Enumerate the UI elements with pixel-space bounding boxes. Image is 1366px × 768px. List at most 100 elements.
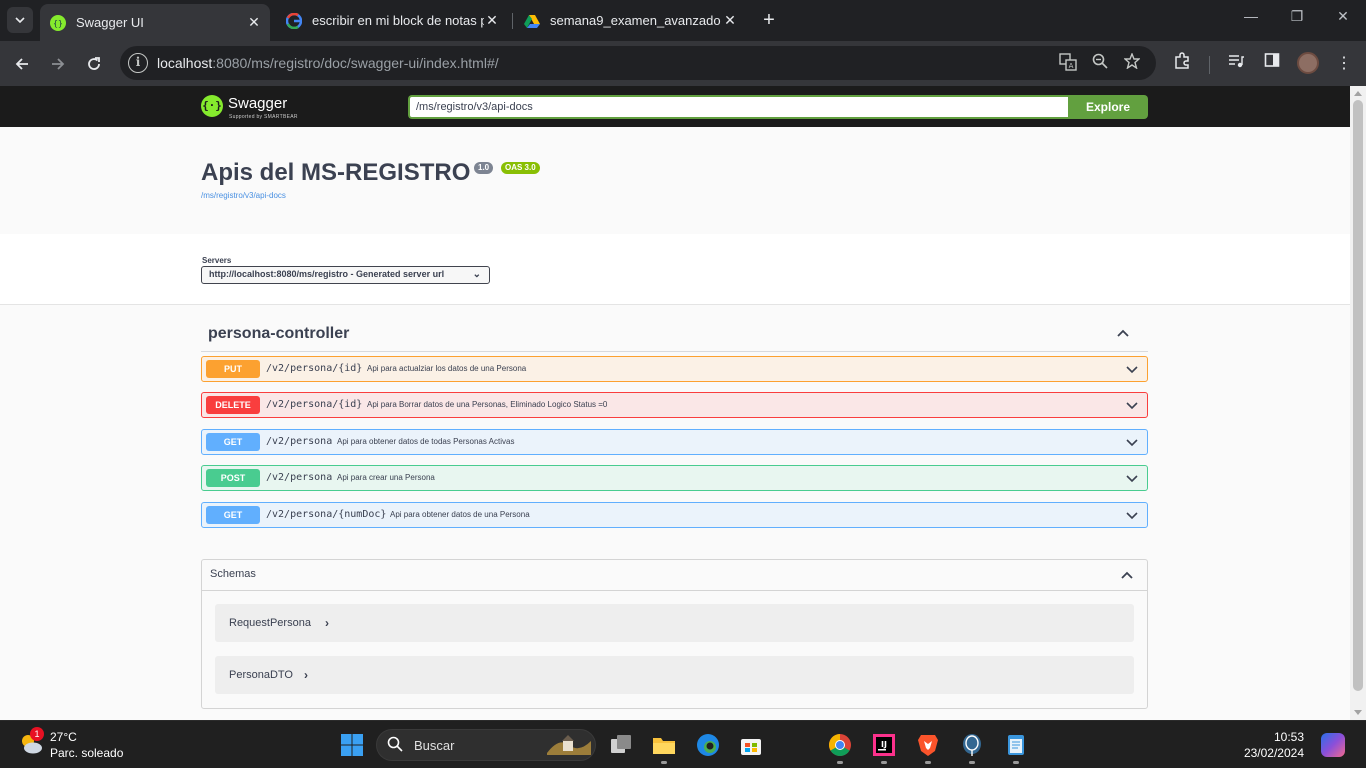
schema-persona-dto[interactable]: PersonaDTO ›: [215, 656, 1134, 694]
microsoft-store-icon[interactable]: [738, 732, 764, 758]
operation-path: /v2/persona: [266, 472, 333, 483]
tab-separator: [512, 13, 513, 29]
clock-time[interactable]: 10:53: [1262, 730, 1304, 744]
servers-label: Servers: [202, 256, 232, 265]
version-badge: 1.0: [474, 162, 494, 174]
tab-swagger-ui[interactable]: {} Swagger UI ✕: [40, 4, 270, 41]
reload-icon: [88, 57, 100, 70]
brave-browser-icon[interactable]: [915, 732, 941, 758]
swagger-logo-icon[interactable]: {·}: [201, 95, 223, 117]
operation-put-persona-id[interactable]: PUT /v2/persona/{id} Api para actualziar…: [201, 356, 1148, 382]
windows-start-icon[interactable]: [340, 733, 364, 757]
svg-text:{}: {}: [53, 19, 63, 28]
operation-get-personas[interactable]: GET /v2/persona Api para obtener datos d…: [201, 429, 1148, 455]
taskbar-search[interactable]: Buscar: [376, 729, 596, 761]
swagger-brand[interactable]: Swagger: [228, 95, 287, 112]
collapse-controller-icon[interactable]: [1114, 324, 1132, 342]
schema-name: PersonaDTO: [229, 669, 293, 681]
chrome-icon[interactable]: [827, 732, 853, 758]
clock-date[interactable]: 23/02/2024: [1232, 746, 1304, 760]
restore-button[interactable]: ❐: [1282, 8, 1312, 25]
running-indicator: [925, 761, 931, 764]
expand-chevron-icon[interactable]: [1125, 362, 1139, 376]
url-text[interactable]: localhost:8080/ms/registro/doc/swagger-u…: [157, 55, 499, 71]
operation-summary: Api para Borrar datos de una Personas, E…: [367, 400, 608, 409]
scroll-up-arrow[interactable]: [1354, 91, 1362, 96]
site-info-icon[interactable]: i: [128, 53, 148, 73]
close-tab-icon[interactable]: ✕: [722, 12, 738, 29]
more-menu-icon[interactable]: ⋮: [1332, 52, 1356, 76]
media-queue-icon[interactable]: [1224, 52, 1248, 76]
expand-chevron-icon[interactable]: [1125, 435, 1139, 449]
tab-search-button[interactable]: [7, 7, 33, 33]
new-tab-button[interactable]: +: [758, 9, 780, 32]
notepad-icon[interactable]: [1003, 732, 1029, 758]
edge-browser-icon[interactable]: [695, 732, 721, 758]
close-tab-icon[interactable]: ✕: [246, 14, 262, 31]
expand-chevron-icon[interactable]: [1125, 508, 1139, 522]
chevron-right-icon: ›: [304, 668, 308, 682]
operation-get-persona-numdoc[interactable]: GET /v2/persona/{numDoc} Api para obtene…: [201, 502, 1148, 528]
search-placeholder: Buscar: [414, 738, 455, 753]
reload-button[interactable]: [81, 51, 107, 77]
extensions-icon[interactable]: [1170, 52, 1194, 76]
schema-name: RequestPersona: [229, 617, 311, 629]
spec-url-input[interactable]: /ms/registro/v3/api-docs: [408, 95, 1069, 119]
method-badge: POST: [206, 469, 260, 487]
method-badge: GET: [206, 506, 260, 524]
operation-path: /v2/persona: [266, 436, 333, 447]
minimize-button[interactable]: —: [1236, 8, 1266, 24]
scroll-down-arrow[interactable]: [1354, 710, 1362, 715]
server-selected-value: http://localhost:8080/ms/registro - Gene…: [209, 269, 445, 279]
operation-post-persona[interactable]: POST /v2/persona Api para crear una Pers…: [201, 465, 1148, 491]
api-docs-link[interactable]: /ms/registro/v3/api-docs: [201, 191, 286, 200]
search-highlight-icon: [547, 735, 591, 755]
intellij-idea-icon[interactable]: IJ: [871, 732, 897, 758]
postgresql-icon[interactable]: [959, 732, 985, 758]
scroll-thumb[interactable]: [1353, 100, 1363, 691]
collapse-schemas-icon[interactable]: [1119, 567, 1135, 583]
operation-delete-persona-id[interactable]: DELETE /v2/persona/{id} Api para Borrar …: [201, 392, 1148, 418]
operation-summary: Api para crear una Persona: [337, 473, 435, 482]
swagger-topbar: {·} Swagger Supported by SMARTBEAR /ms/r…: [0, 86, 1350, 127]
server-select[interactable]: http://localhost:8080/ms/registro - Gene…: [201, 266, 490, 284]
servers-section: Servers http://localhost:8080/ms/registr…: [0, 234, 1350, 305]
method-badge: DELETE: [206, 396, 260, 414]
address-bar[interactable]: i localhost:8080/ms/registro/doc/swagger…: [120, 46, 1156, 80]
swagger-favicon-icon: {}: [50, 14, 66, 31]
expand-chevron-icon[interactable]: [1125, 471, 1139, 485]
explore-button[interactable]: Explore: [1068, 95, 1148, 119]
schema-request-persona[interactable]: RequestPersona ›: [215, 604, 1134, 642]
tab-google-drive[interactable]: semana9_examen_avanzado - G ✕: [514, 0, 746, 41]
chevron-right-icon: ›: [325, 616, 329, 630]
weather-description[interactable]: Parc. soleado: [50, 746, 123, 760]
search-icon: [387, 736, 403, 752]
zoom-icon[interactable]: [1089, 53, 1111, 75]
running-indicator: [661, 761, 667, 764]
operation-path: /v2/persona/{id}: [266, 399, 363, 410]
oas-badge: OAS 3.0: [501, 162, 540, 174]
back-button[interactable]: [9, 51, 35, 77]
page-scrollbar[interactable]: [1350, 86, 1366, 720]
copilot-icon[interactable]: [1321, 733, 1345, 757]
schemas-header[interactable]: Schemas: [202, 560, 1147, 591]
translate-icon[interactable]: A: [1057, 53, 1079, 75]
page-viewport: {·} Swagger Supported by SMARTBEAR /ms/r…: [0, 86, 1350, 720]
profile-avatar[interactable]: [1297, 52, 1319, 74]
running-indicator: [969, 761, 975, 764]
running-indicator: [881, 761, 887, 764]
operation-summary: Api para obtener datos de todas Personas…: [337, 437, 515, 446]
side-panel-icon[interactable]: [1260, 52, 1284, 76]
url-host: localhost: [157, 55, 213, 71]
task-view-icon[interactable]: [608, 732, 634, 758]
controller-tag[interactable]: persona-controller: [208, 325, 349, 343]
file-explorer-icon[interactable]: [651, 732, 677, 758]
api-title: Apis del MS-REGISTRO: [201, 159, 471, 186]
expand-chevron-icon[interactable]: [1125, 398, 1139, 412]
bookmark-star-icon[interactable]: [1121, 52, 1143, 75]
close-window-button[interactable]: ✕: [1328, 8, 1358, 25]
tab-google-search[interactable]: escribir en mi block de notas pc ✕: [276, 0, 508, 41]
forward-button[interactable]: [45, 51, 71, 77]
close-tab-icon[interactable]: ✕: [484, 12, 500, 29]
weather-temp[interactable]: 27°C: [50, 730, 77, 744]
